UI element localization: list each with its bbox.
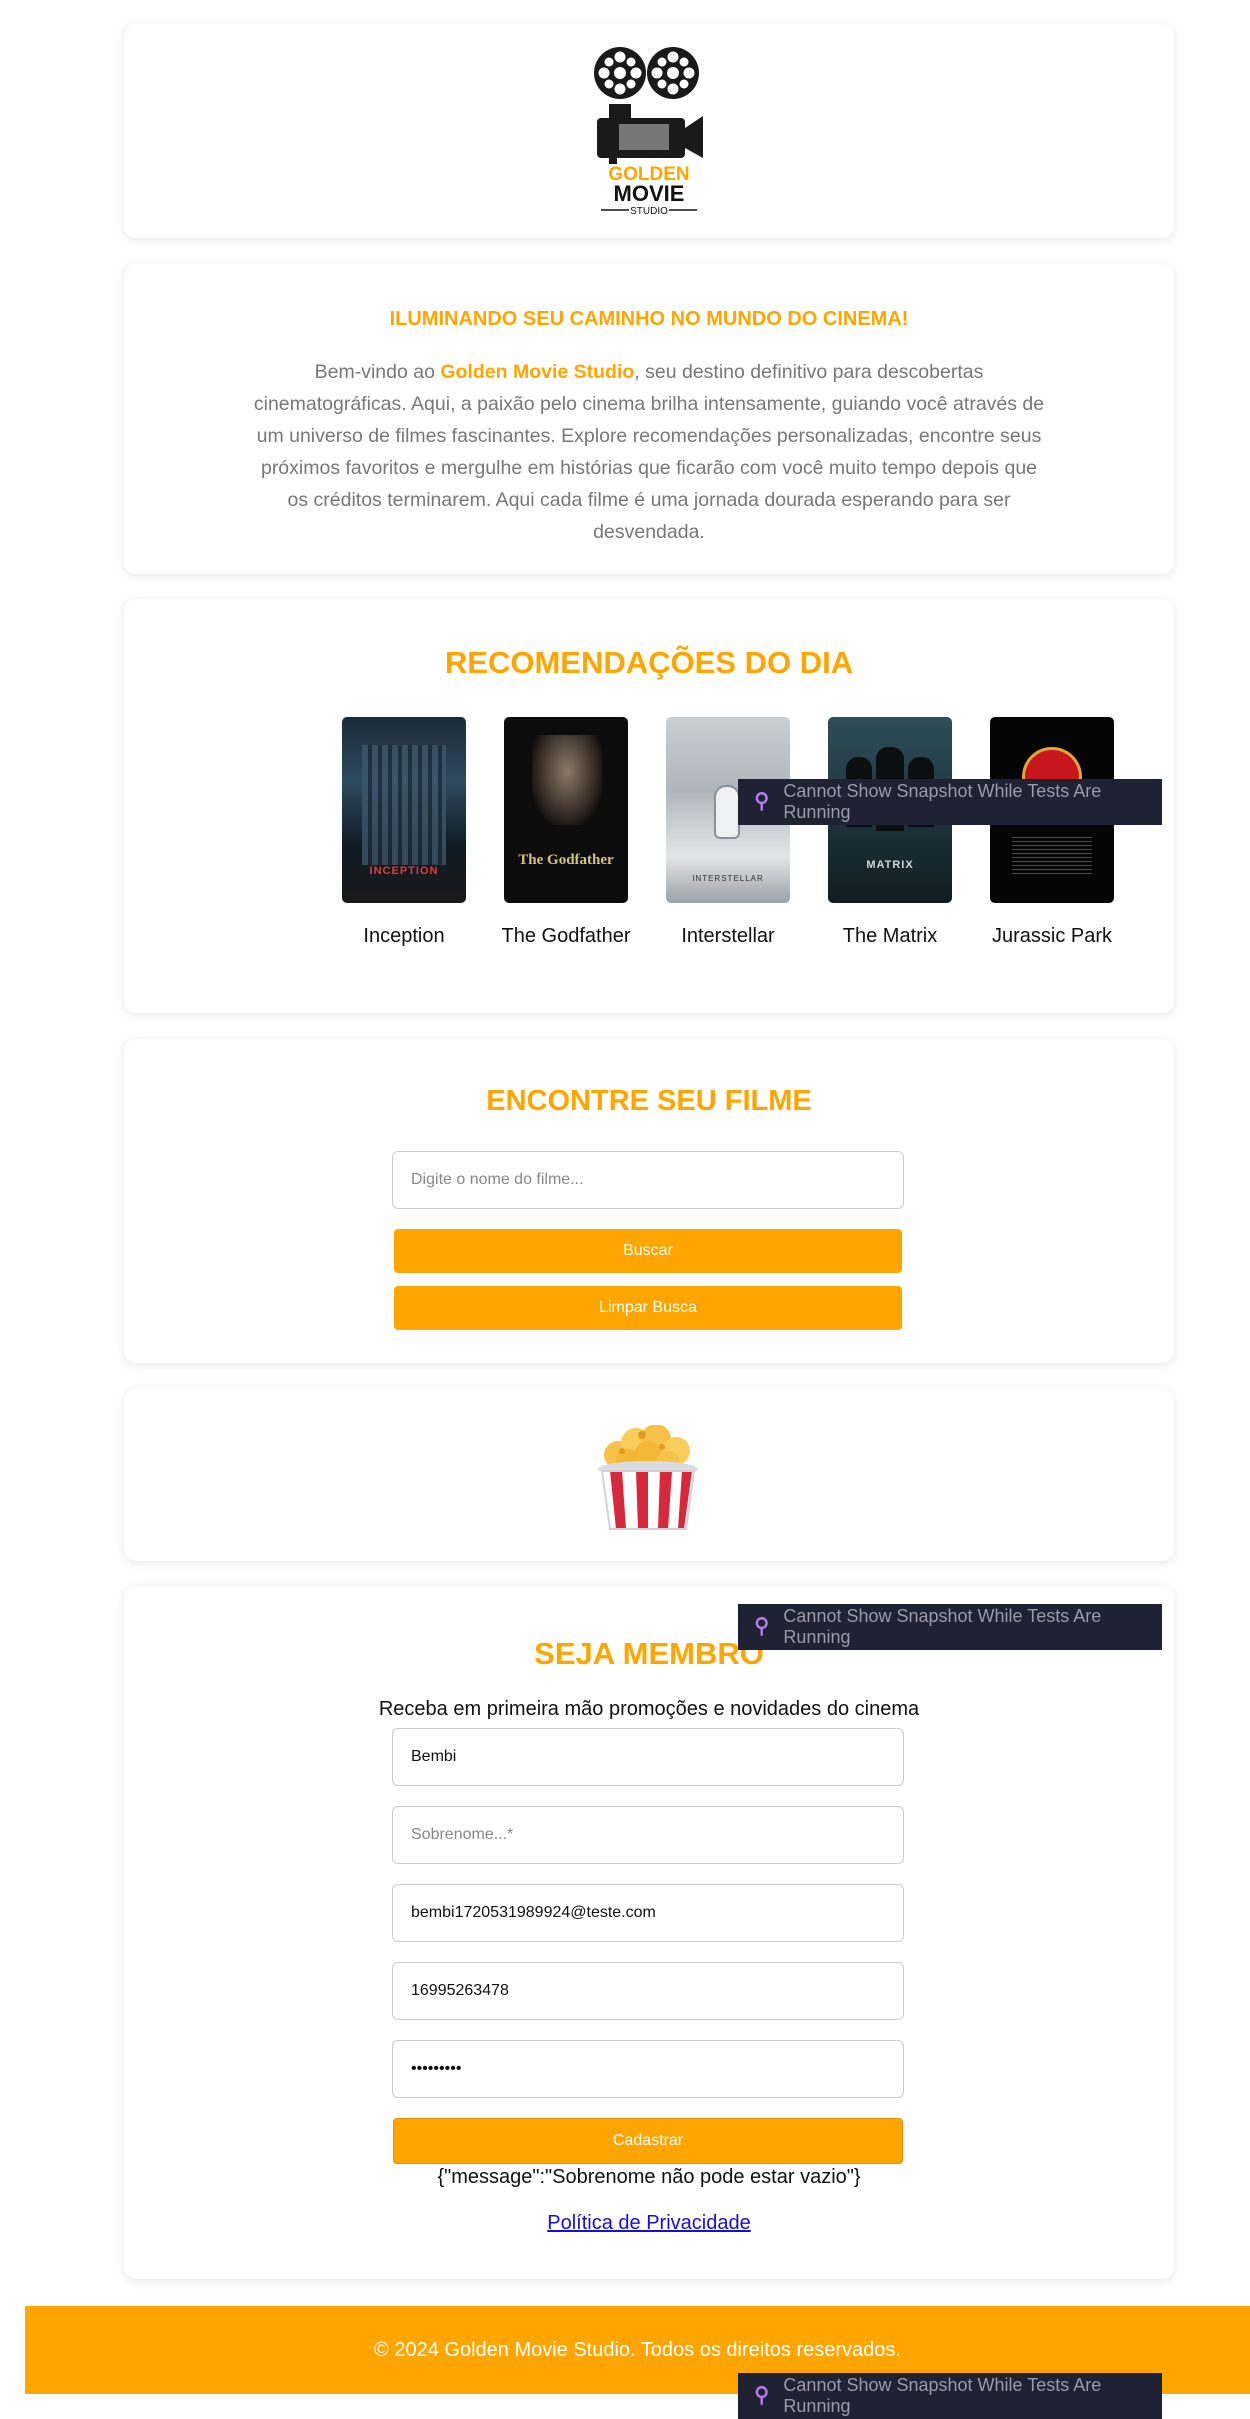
movie-title: Inception [363, 925, 445, 947]
last-name-field[interactable] [392, 1806, 904, 1864]
brand-name: Golden Movie Studio [440, 361, 635, 383]
register-response-message: {"message":"Sobrenome não pode estar vaz… [437, 2166, 861, 2188]
intro-text-start: Bem-vindo ao [314, 361, 441, 383]
member-subtitle: Receba em primeira mão promoções e novid… [378, 1698, 920, 1720]
film-reel-icon [647, 47, 699, 99]
movie-title: Interstellar [681, 925, 775, 947]
movie-card-inception[interactable]: INCEPTION Inception [324, 717, 484, 948]
privacy-policy-link[interactable]: Política de Privacidade [547, 2212, 750, 2234]
pin-icon [755, 792, 768, 811]
intro-text-rest: , seu destino definitivo para descoberta… [253, 361, 1045, 543]
movie-card-interstellar[interactable]: INTERSTELLAR Interstellar [648, 717, 808, 948]
logo-text-movie: MOVIE [614, 181, 685, 206]
snapshot-toast: Cannot Show Snapshot While Tests Are Run… [738, 779, 1162, 825]
search-card: ENCONTRE SEU FILME Buscar Limpar Busca [124, 1039, 1174, 1363]
recommendations-title: RECOMENDAÇÕES DO DIA [444, 645, 854, 680]
search-title: ENCONTRE SEU FILME [486, 1085, 812, 1117]
movie-card-matrix[interactable]: MATRIX The Matrix [810, 717, 970, 948]
member-card: SEJA MEMBRO Receba em primeira mão promo… [124, 1586, 1174, 2279]
camera-icon [597, 104, 703, 164]
privacy-policy: Política de Privacidade [124, 2212, 1174, 2235]
movie-card-jurassic-park[interactable]: Jurassic Park [972, 717, 1132, 948]
movie-title: Jurassic Park [991, 925, 1113, 947]
movie-card-godfather[interactable]: The Godfather The Godfather [486, 717, 646, 948]
snapshot-toast: Cannot Show Snapshot While Tests Are Run… [738, 2373, 1162, 2419]
intro-text: Bem-vindo ao Golden Movie Studio, seu de… [252, 356, 1046, 548]
logo-card: GOLDEN MOVIE STUDIO [124, 24, 1174, 238]
movie-poster-inception[interactable]: INCEPTION [342, 717, 466, 903]
password-field[interactable] [392, 2040, 904, 2098]
film-reel-icon [594, 47, 646, 99]
intro-title: ILUMINANDO SEU CAMINHO NO MUNDO DO CINEM… [389, 308, 909, 330]
snapshot-toast-text: Cannot Show Snapshot While Tests Are Run… [783, 781, 1102, 822]
first-name-field[interactable] [392, 1728, 904, 1786]
golden-movie-studio-logo: GOLDEN MOVIE STUDIO [594, 47, 703, 216]
popcorn-card [124, 1389, 1174, 1561]
movie-poster-godfather[interactable]: The Godfather [504, 717, 628, 903]
poster-title: MATRIX [866, 859, 914, 871]
pin-icon [755, 1617, 768, 1636]
clear-search-button[interactable]: Limpar Busca [394, 1286, 902, 1330]
movie-title: The Matrix [842, 925, 938, 947]
pin-icon [755, 2386, 768, 2405]
movie-search-input[interactable] [392, 1151, 904, 1209]
snapshot-toast-text: Cannot Show Snapshot While Tests Are Run… [783, 1606, 1102, 1647]
poster-title: INTERSTELLAR [692, 874, 764, 883]
footer-copyright: © 2024 Golden Movie Studio. Todos os dir… [374, 2339, 901, 2361]
movie-title: The Godfather [501, 925, 631, 947]
poster-title: INCEPTION [369, 865, 439, 877]
email-field[interactable] [392, 1884, 904, 1942]
snapshot-toast-text: Cannot Show Snapshot While Tests Are Run… [783, 2375, 1102, 2416]
phone-field[interactable] [392, 1962, 904, 2020]
snapshot-toast: Cannot Show Snapshot While Tests Are Run… [738, 1604, 1162, 1650]
intro-card: ILUMINANDO SEU CAMINHO NO MUNDO DO CINEM… [124, 264, 1174, 574]
register-button[interactable]: Cadastrar [393, 2118, 903, 2164]
search-button[interactable]: Buscar [394, 1229, 902, 1273]
popcorn-icon [598, 1425, 698, 1530]
poster-title: The Godfather [518, 852, 614, 868]
logo-text-studio: STUDIO [630, 206, 668, 216]
